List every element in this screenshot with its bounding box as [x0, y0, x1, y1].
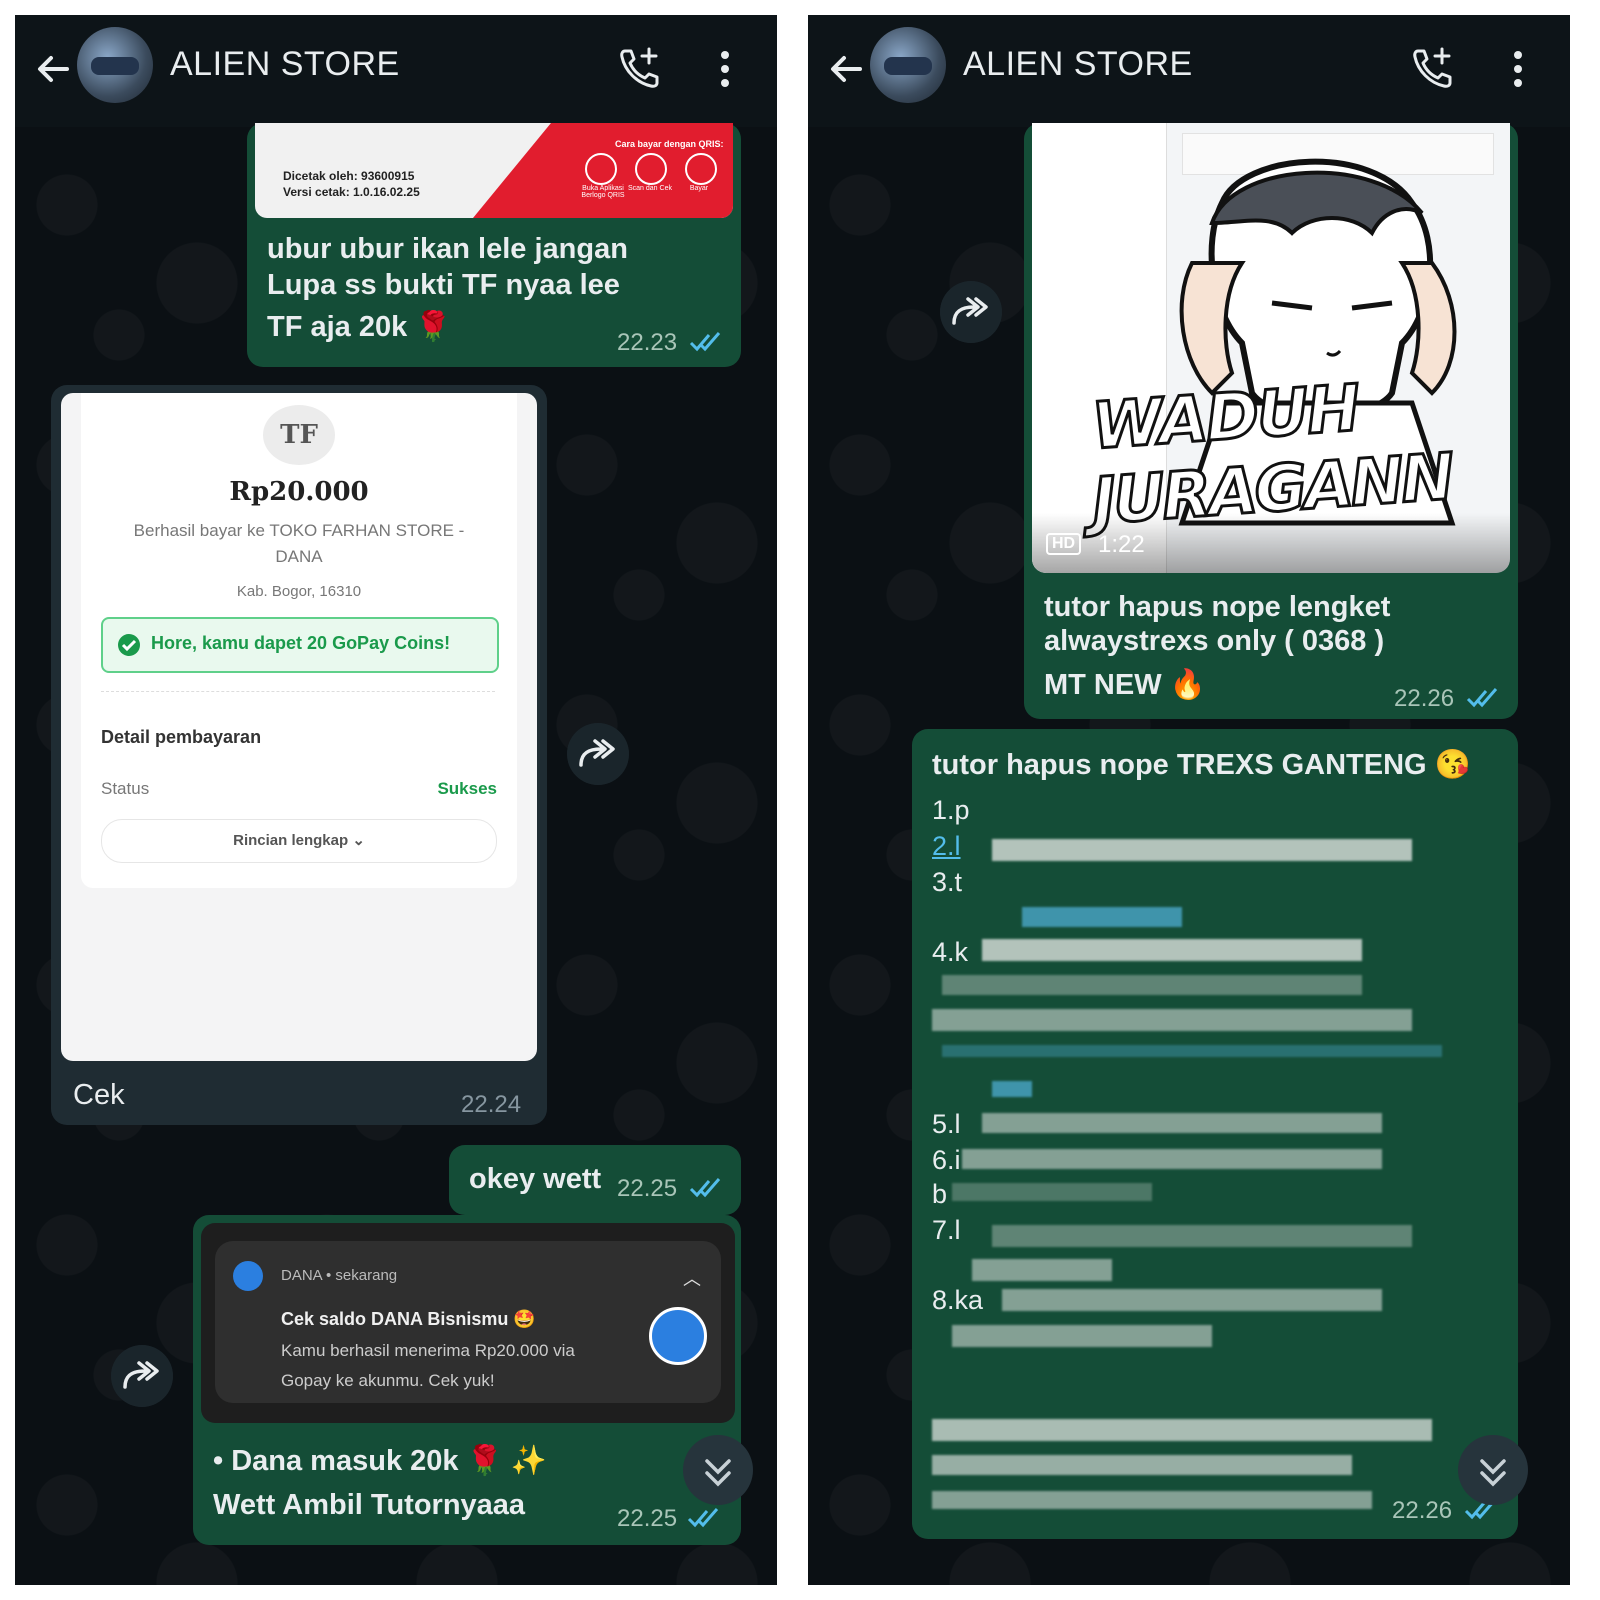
tutorial-title: tutor hapus nope TREXS GANTENG 😘: [932, 749, 1471, 781]
add-call-icon[interactable]: [617, 45, 663, 91]
chat-header: ALIEN STORE: [15, 15, 777, 127]
hd-badge: HD: [1046, 533, 1082, 555]
receipt-image[interactable]: TF Rp20.000 Berhasil bayar ke TOKO FARHA…: [61, 393, 537, 1061]
chevron-down-icon: ⌄: [352, 832, 365, 849]
message-line-1: • Dana masuk 20k 🌹 ✨: [213, 1445, 547, 1477]
forward-icon[interactable]: [111, 1345, 173, 1407]
tutorial-item-3: 3.t: [932, 867, 963, 897]
coins-text: Hore, kamu dapet 20 GoPay Coins!: [151, 633, 451, 653]
phone-icon: [585, 153, 617, 185]
message-line-1: tutor hapus nope lengket: [1044, 591, 1391, 623]
outgoing-message-tutorial[interactable]: tutor hapus nope TREXS GANTENG 😘 1.p 2.l…: [912, 729, 1518, 1539]
forward-icon[interactable]: [567, 723, 629, 785]
chat-header: ALIEN STORE: [808, 15, 1570, 127]
contact-avatar[interactable]: [870, 27, 946, 103]
incoming-message-receipt[interactable]: TF Rp20.000 Berhasil bayar ke TOKO FARHA…: [51, 385, 547, 1125]
outgoing-message-text[interactable]: okey wett 22.25: [449, 1145, 741, 1215]
detail-title: Detail pembayaran: [101, 727, 262, 747]
rincian-label: Rincian lengkap: [233, 832, 349, 849]
status-value: Sukses: [437, 779, 497, 798]
contact-name[interactable]: ALIEN STORE: [963, 45, 1193, 84]
tutorial-item-7: 7.l: [932, 1215, 961, 1245]
payment-location: Kab. Bogor, 16310: [236, 583, 362, 600]
left-chat-screen: ALIEN STORE Dicetak oleh: 93600915 Versi…: [15, 15, 777, 1585]
merchant-logo: TF: [263, 405, 335, 465]
video-duration: 1:22: [1098, 531, 1145, 558]
message-time: 22.25: [617, 1175, 678, 1202]
double-chevron-down-icon: [1480, 1459, 1506, 1487]
scroll-down-button[interactable]: [1458, 1435, 1528, 1505]
dana-logo-icon: [233, 1261, 263, 1291]
forward-icon[interactable]: [940, 281, 1002, 343]
message-time: 22.26: [1394, 685, 1455, 712]
divider: [101, 691, 495, 692]
payment-desc-line1: Berhasil bayar ke TOKO FARHAN STORE -: [133, 521, 465, 540]
contact-name[interactable]: ALIEN STORE: [170, 45, 400, 84]
message-line-3: MT NEW 🔥: [1044, 669, 1206, 701]
notification-image[interactable]: DANA • sekarang ︿ Cek saldo DANA Bisnism…: [201, 1223, 735, 1423]
back-arrow-icon[interactable]: [33, 49, 73, 89]
read-ticks-icon: [689, 332, 721, 352]
message-line-3: TF aja 20k 🌹: [267, 311, 452, 343]
tutorial-item-8: 8.ka: [932, 1285, 984, 1315]
more-options-icon[interactable]: [715, 49, 735, 89]
tutorial-item-6: 6.i: [932, 1145, 961, 1175]
tutorial-item-2[interactable]: 2.l: [932, 831, 961, 862]
check-circle-icon: [118, 634, 140, 656]
message-text: okey wett: [469, 1163, 602, 1195]
notification-title: Cek saldo DANA Bisnismu 🤩: [281, 1309, 536, 1329]
coins-banner: Hore, kamu dapet 20 GoPay Coins!: [101, 617, 499, 673]
qris-image[interactable]: Dicetak oleh: 93600915 Versi cetak: 1.0.…: [255, 123, 733, 218]
status-label: Status: [101, 779, 150, 798]
message-line-2: Lupa ss bukti TF nyaa lee: [267, 269, 620, 301]
message-time: 22.26: [1392, 1497, 1453, 1524]
image-version-text: Versi cetak: 1.0.16.02.25: [283, 185, 420, 199]
add-call-icon[interactable]: [1410, 45, 1456, 91]
pay-icon: [685, 153, 717, 185]
outgoing-message-image[interactable]: Dicetak oleh: 93600915 Versi cetak: 1.0.…: [247, 123, 741, 367]
scroll-down-button[interactable]: [683, 1435, 753, 1505]
image-step-1: Buka Aplikasi Berlogo QRIS: [581, 185, 625, 199]
read-ticks-icon: [1466, 688, 1498, 708]
chevron-up-icon: ︿: [683, 1269, 701, 1289]
tutorial-item-6b: b: [932, 1179, 948, 1209]
notification-body-2: Gopay ke akunmu. Cek yuk!: [281, 1371, 495, 1390]
image-step-2: Scan dan Cek: [628, 185, 672, 192]
image-print-text: Dicetak oleh: 93600915: [283, 169, 415, 183]
message-line-2: Wett Ambil Tutornya​aa: [213, 1489, 526, 1521]
scan-icon: [635, 153, 667, 185]
tutorial-item-5: 5.l: [932, 1109, 961, 1139]
payment-amount: Rp20.000: [229, 477, 369, 507]
tutorial-item-4: 4.k: [932, 937, 969, 967]
message-line-1: ubur ubur ikan lele jangan: [267, 233, 628, 265]
contact-avatar[interactable]: [77, 27, 153, 103]
message-line-2: alwaystrexs only ( 0368 ): [1044, 625, 1385, 657]
notification-body-1: Kamu berhasil menerima Rp20.000 via: [281, 1341, 575, 1360]
notification-app: DANA • sekarang: [281, 1267, 398, 1284]
receipt-card: TF Rp20.000 Berhasil bayar ke TOKO FARHA…: [81, 393, 517, 888]
outgoing-message-notification[interactable]: DANA • sekarang ︿ Cek saldo DANA Bisnism…: [193, 1215, 741, 1545]
message-time: 22.25: [617, 1505, 678, 1532]
video-thumbnail[interactable]: WADUH JURAGANN HD 1:22: [1032, 123, 1510, 573]
rincian-button[interactable]: Rincian lengkap ⌄: [101, 819, 497, 863]
message-time: 22.23: [617, 329, 678, 356]
image-step-3: Bayar: [689, 185, 709, 192]
wallet-icon: [649, 1307, 707, 1365]
message-time: 22.24: [461, 1091, 522, 1118]
double-chevron-down-icon: [705, 1459, 731, 1487]
read-ticks-icon: [689, 1178, 721, 1198]
read-ticks-icon: [687, 1508, 719, 1528]
right-chat-screen: ALIEN STORE WADUH JURAGANN HD 1:22 tutor…: [808, 15, 1570, 1585]
tutorial-item-1: 1.p: [932, 795, 970, 825]
message-caption: Cek: [73, 1079, 125, 1111]
outgoing-message-video[interactable]: WADUH JURAGANN HD 1:22 tutor hapus nope …: [1024, 123, 1518, 719]
back-arrow-icon[interactable]: [826, 49, 866, 89]
payment-desc-line2: DANA: [275, 547, 323, 566]
image-qris-text: Cara bayar dengan QRIS:: [615, 139, 724, 149]
more-options-icon[interactable]: [1508, 49, 1528, 89]
